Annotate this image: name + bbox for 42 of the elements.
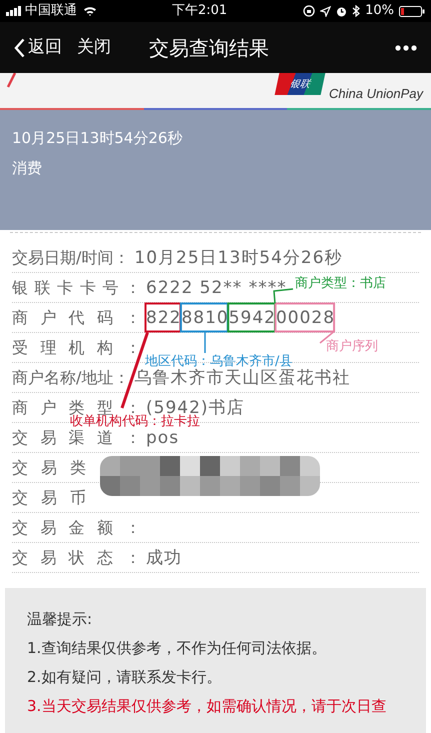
tips-title: 温馨提示: bbox=[27, 609, 92, 629]
wifi-icon bbox=[83, 6, 97, 16]
field-value: 成功 bbox=[146, 548, 182, 566]
carrier-name: 中国联通 bbox=[25, 2, 77, 20]
field-label: 商户代码： bbox=[12, 306, 141, 328]
back-button[interactable]: 返回 bbox=[14, 34, 62, 60]
clock-time: 下午2:01 bbox=[172, 2, 228, 20]
field-value: 10月25日13时54分26秒 bbox=[134, 248, 343, 266]
field-label: 受理机构： bbox=[12, 336, 141, 358]
field-value: 6222 52** **** bbox=[146, 278, 287, 296]
field-value: 乌鲁木齐市天山区蛋花书社 bbox=[134, 368, 350, 386]
field-label: 银联卡卡号： bbox=[12, 276, 141, 298]
rotation-lock-icon bbox=[303, 5, 316, 17]
signal-icon bbox=[6, 6, 22, 16]
more-icon[interactable] bbox=[395, 44, 417, 50]
tip-text: 3.当天交易结果仅供参考，如需确认情况，请于次日查 bbox=[27, 696, 386, 716]
nav-title: 交易查询结果 bbox=[149, 34, 269, 62]
alarm-icon bbox=[336, 6, 348, 16]
field-label: 交易类 bbox=[12, 456, 86, 478]
field-value: (5942)书店 bbox=[146, 398, 245, 416]
tip-text: 1.查询结果仅供参考，不作为任何司法依据。 bbox=[27, 638, 326, 658]
field-label: 交易日期/时间： bbox=[12, 246, 130, 268]
annotation-label: 商户序列 bbox=[326, 340, 378, 354]
field-label: 交易币 bbox=[12, 486, 86, 508]
annotation-label: 收单机构代码：拉卡拉 bbox=[70, 415, 200, 429]
annotation-label: 商户类型：书店 bbox=[295, 277, 386, 291]
field-label: 交易渠道： bbox=[12, 427, 141, 448]
annotation-label: 地区代码：乌鲁木齐市/县 bbox=[145, 355, 292, 369]
field-label: 交易金额： bbox=[12, 516, 141, 538]
bluetooth-icon bbox=[352, 5, 360, 17]
logo-english-text: China UnionPay bbox=[329, 87, 423, 101]
battery-icon bbox=[399, 6, 425, 16]
summary-time: 10月25日13时54分26秒 bbox=[12, 128, 182, 148]
summary-type: 消费 bbox=[12, 158, 42, 178]
battery-percent: 10% bbox=[365, 2, 394, 20]
field-label: 商户名称/地址： bbox=[12, 366, 130, 388]
field-label: 交易状态： bbox=[12, 546, 141, 568]
close-button[interactable]: 关闭 bbox=[77, 34, 111, 60]
field-value: pos bbox=[146, 428, 180, 446]
unionpay-logo: 银联 bbox=[274, 73, 326, 95]
location-icon bbox=[320, 6, 332, 16]
tip-text: 2.如有疑问，请联系发卡行。 bbox=[27, 667, 222, 687]
